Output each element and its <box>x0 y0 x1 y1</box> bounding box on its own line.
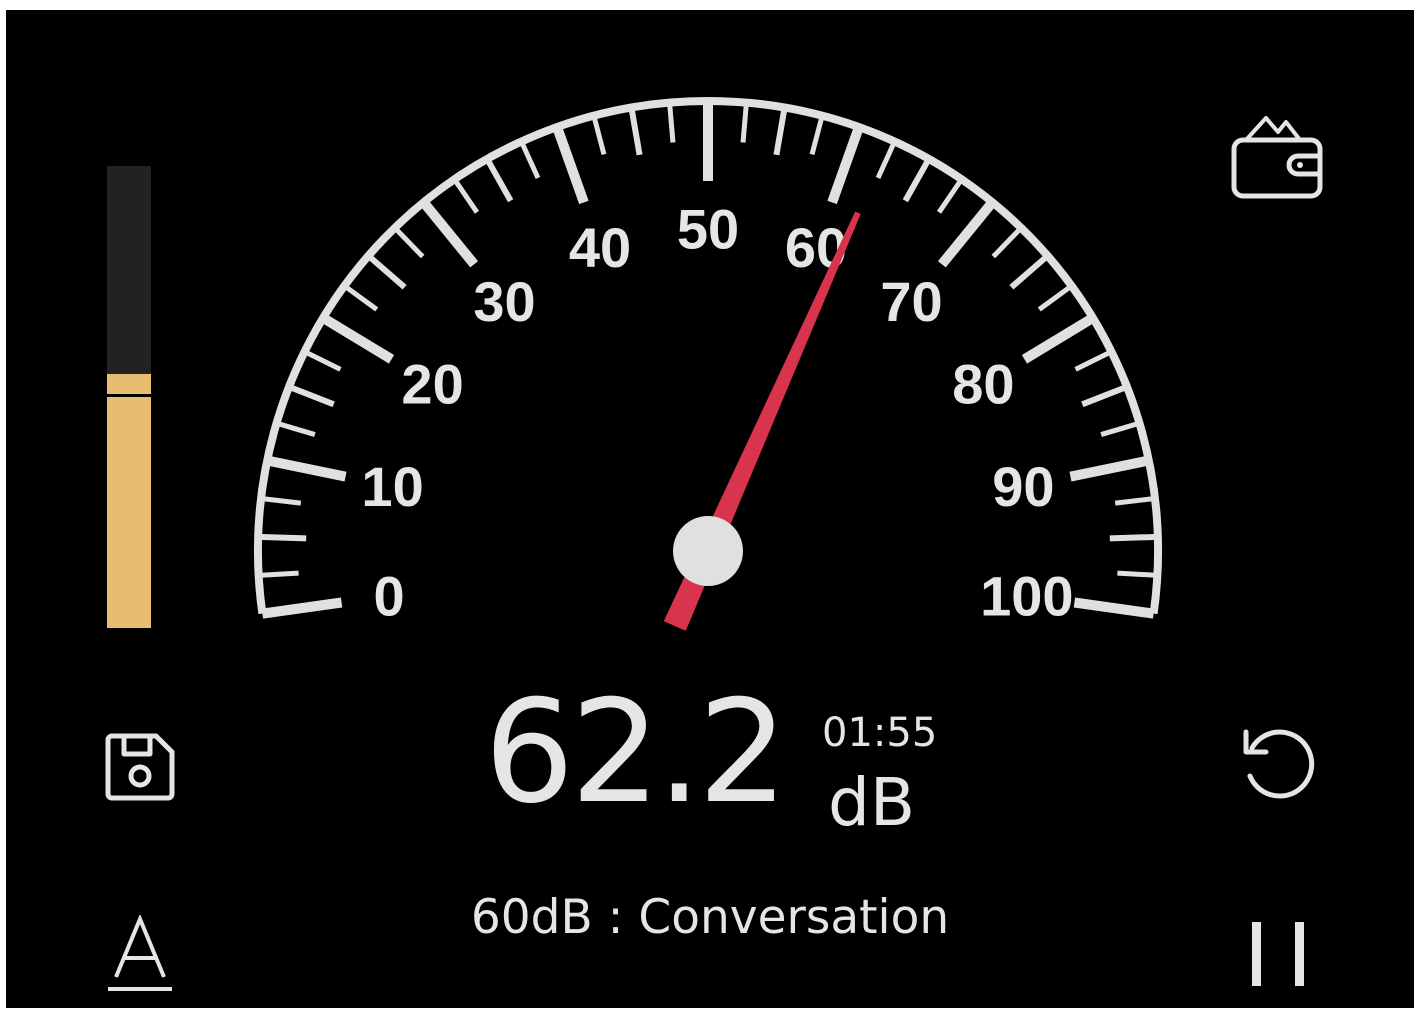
gauge-tick-label-20: 20 <box>401 353 463 416</box>
gauge-minor-tick <box>484 157 514 203</box>
gauge-minor-tick <box>258 570 299 578</box>
gauge-major-tick <box>1069 455 1150 482</box>
gauge-minor-tick <box>1114 496 1156 506</box>
gauge-minor-tick <box>1037 283 1074 312</box>
floppy-disk-icon-graphic <box>105 733 175 801</box>
gauge-minor-tick <box>366 253 407 290</box>
gauge-major-tick <box>320 313 395 364</box>
gauge-major-tick <box>1073 597 1155 619</box>
gauge-minor-tick <box>1009 253 1050 290</box>
gauge-minor-tick <box>1081 384 1129 408</box>
gauge-minor-tick <box>809 115 825 156</box>
gauge-major-tick <box>266 455 347 482</box>
gauge-minor-tick <box>258 533 307 542</box>
gauge-tick-label-0: 0 <box>374 564 405 627</box>
gauge-minor-tick <box>773 107 788 156</box>
gauge-minor-tick <box>1117 570 1158 578</box>
gauge-tick-label-90: 90 <box>992 455 1054 518</box>
gauge-minor-tick <box>1109 533 1158 542</box>
gauge-minor-tick <box>936 177 964 214</box>
decibel-reading: 62.2 <box>484 670 788 835</box>
gauge-tick-label-100: 100 <box>980 564 1073 627</box>
wallet-icon-graphic <box>1231 116 1323 199</box>
noise-level-description: 60dB : Conversation <box>470 890 950 945</box>
gauge-needle-group <box>663 211 861 631</box>
gauge-minor-tick <box>902 157 932 203</box>
gauge-tick-label-10: 10 <box>361 455 423 518</box>
gauge-minor-tick <box>393 226 425 259</box>
gauge-minor-tick <box>287 384 335 408</box>
gauge-minor-tick <box>260 496 302 506</box>
gauge-major-tick <box>1021 313 1096 364</box>
gauge-major-tick <box>261 597 343 619</box>
gauge-minor-tick <box>275 420 316 437</box>
gauge-tick-label-80: 80 <box>952 353 1014 416</box>
reset-icon[interactable] <box>1238 726 1318 806</box>
sound-level-gauge: 010203040 50 60708090100 <box>254 96 1162 631</box>
gauge-tick-label-30: 30 <box>473 270 535 333</box>
gauge-minor-tick <box>1100 420 1141 437</box>
gauge-tick-label-50: 50 <box>677 198 739 261</box>
gauge-tick-label-40: 40 <box>569 216 631 279</box>
gauge-minor-tick <box>1074 349 1113 372</box>
gauge-minor-tick <box>667 102 676 143</box>
gauge-minor-tick <box>628 107 643 156</box>
gauge-minor-tick <box>591 115 607 156</box>
gauge-minor-tick <box>875 140 897 179</box>
gauge-major-tick <box>827 125 864 205</box>
gauge-minor-tick <box>519 140 541 179</box>
level-meter-peak-marker <box>107 394 151 397</box>
gauge-minor-tick <box>303 349 342 372</box>
level-meter-fill <box>107 373 151 628</box>
gauge-tick-label-60: 60 <box>785 216 847 279</box>
wallet-icon[interactable] <box>1228 110 1324 200</box>
gauge-major-tick <box>552 125 589 205</box>
reset-icon-graphic <box>1243 729 1315 799</box>
elapsed-timer: 01:55 <box>822 710 938 756</box>
gauge-needle-hub <box>673 516 743 586</box>
gauge-minor-tick <box>991 226 1023 259</box>
gauge-major-tick <box>419 199 479 268</box>
floppy-disk-icon[interactable] <box>104 730 178 804</box>
gauge-minor-tick <box>342 283 379 312</box>
decibel-unit: dB <box>828 764 916 841</box>
gauge-major-tick <box>937 199 997 268</box>
gauge-minor-tick <box>452 177 480 214</box>
meter-screen: 0 10 20 30 40 50 60 70 80 90 100 62.2 01… <box>6 10 1414 1008</box>
level-meter <box>107 166 151 628</box>
gauge-minor-tick <box>740 102 749 143</box>
gauge-tick-label-70: 70 <box>880 270 942 333</box>
